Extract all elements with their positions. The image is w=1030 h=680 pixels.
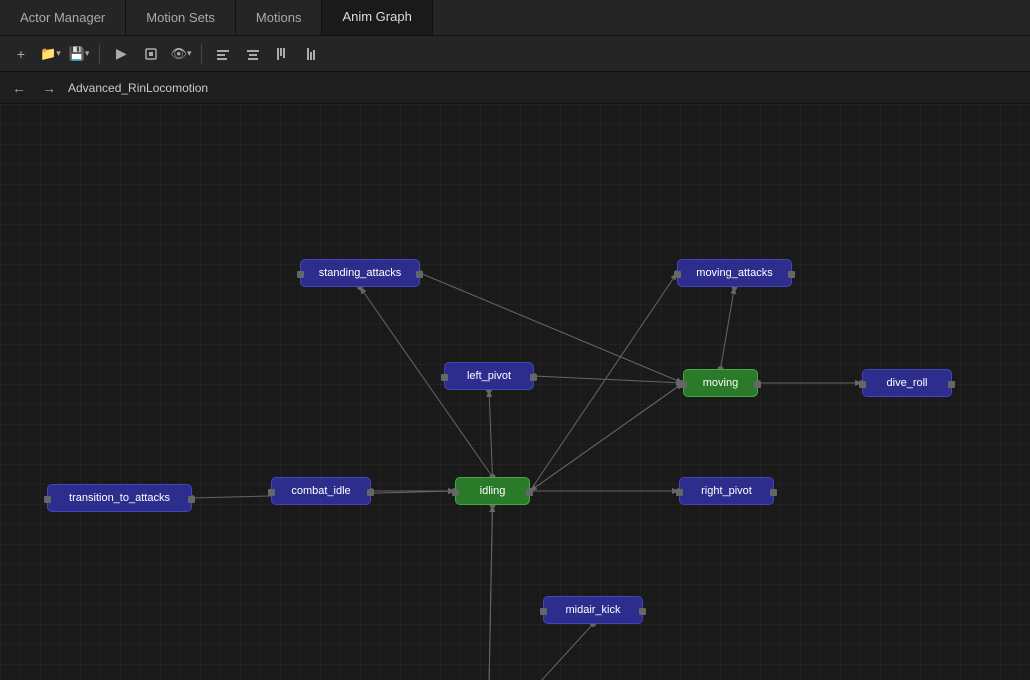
node-transition_to_attacks[interactable]: transition_to_attacks xyxy=(47,484,192,512)
node-combat_idle[interactable]: combat_idle xyxy=(271,477,371,505)
node-idling[interactable]: idling xyxy=(455,477,530,505)
tab-bar: Actor Manager Motion Sets Motions Anim G… xyxy=(0,0,1030,36)
back-button[interactable]: ← xyxy=(8,77,30,99)
connection-midair_kick-in_place_jump xyxy=(488,624,593,680)
node-moving_attacks[interactable]: moving_attacks xyxy=(677,259,792,287)
node-midair_kick[interactable]: midair_kick xyxy=(543,596,643,624)
align-left-button[interactable] xyxy=(210,42,236,66)
canvas-area[interactable]: standing_attacks moving_attacks left_pivot… xyxy=(0,104,1030,680)
play-button[interactable]: ▶ xyxy=(108,42,134,66)
forward-button[interactable]: → xyxy=(38,77,60,99)
align-top-button[interactable] xyxy=(270,42,296,66)
tab-actor-manager[interactable]: Actor Manager xyxy=(0,0,126,35)
toolbar: + 📁▾ 💾▾ ▶ 👁▾ xyxy=(0,36,1030,72)
separator-2 xyxy=(201,44,202,64)
node-left_pivot[interactable]: left_pivot xyxy=(444,362,534,390)
tab-motions[interactable]: Motions xyxy=(236,0,323,35)
add-button[interactable]: + xyxy=(8,42,34,66)
connection-idling-moving_attacks xyxy=(530,273,677,491)
view-button[interactable]: 👁▾ xyxy=(168,42,193,66)
connection-idling-moving xyxy=(530,383,683,491)
separator-1 xyxy=(99,44,100,64)
align-bottom-button[interactable] xyxy=(300,42,326,66)
tab-anim-graph[interactable]: Anim Graph xyxy=(322,0,432,35)
node-standing_attacks[interactable]: standing_attacks xyxy=(300,259,420,287)
connection-moving-moving_attacks xyxy=(721,287,735,369)
align-center-button[interactable] xyxy=(240,42,266,66)
connection-idling-in_place_jump xyxy=(488,505,493,680)
node-dive_roll[interactable]: dive_roll xyxy=(862,369,952,397)
breadcrumb-path: Advanced_RinLocomotion xyxy=(68,81,208,95)
save-button[interactable]: 💾▾ xyxy=(67,42,92,66)
connection-left_pivot-moving xyxy=(534,376,683,383)
connection-idling-left_pivot xyxy=(489,390,493,477)
tab-motion-sets[interactable]: Motion Sets xyxy=(126,0,236,35)
node-moving[interactable]: moving xyxy=(683,369,758,397)
frame-button[interactable] xyxy=(138,42,164,66)
connection-in_place_jump-idling xyxy=(488,505,493,680)
node-right_pivot[interactable]: right_pivot xyxy=(679,477,774,505)
open-button[interactable]: 📁▾ xyxy=(38,42,63,66)
connection-moving-idling xyxy=(530,383,683,491)
breadcrumb-bar: ← → Advanced_RinLocomotion xyxy=(0,72,1030,104)
